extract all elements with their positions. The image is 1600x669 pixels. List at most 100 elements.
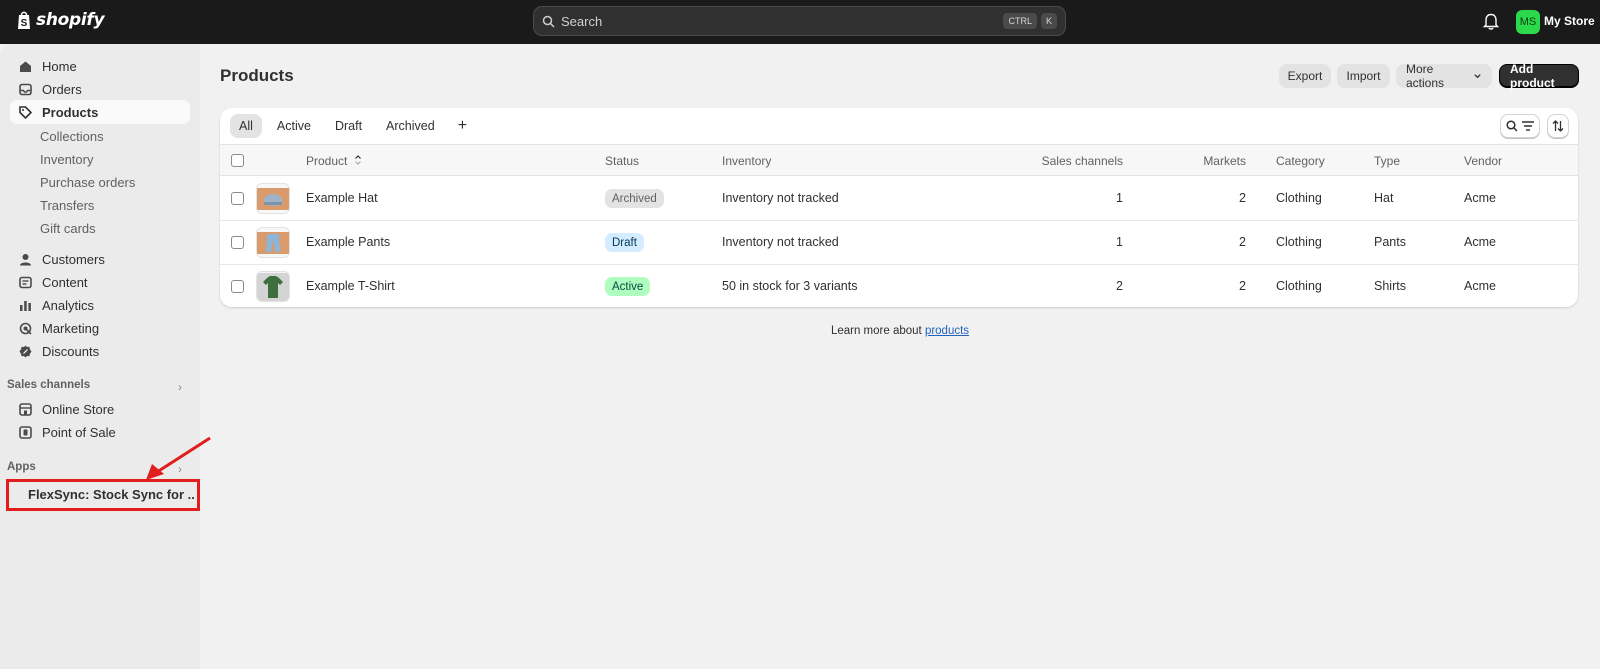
discount-icon [18,344,32,358]
column-header-category: Category [1276,154,1325,168]
sales-channels-count: 1 [1116,191,1123,205]
sales-channels-heading[interactable]: Sales channels [7,379,90,391]
highlight-box [6,479,200,511]
filter-icon [1522,121,1534,131]
store-name[interactable]: My Store [1544,14,1595,28]
sales-channels-count: 2 [1116,279,1123,293]
product-thumbnail [256,271,290,302]
chevron-right-icon[interactable]: › [178,380,182,394]
tab-archived[interactable]: Archived [377,114,444,138]
sidebar-item-label: Customers [42,251,105,267]
column-header-markets: Markets [1203,154,1246,168]
sidebar-item-label: Home [42,58,77,74]
column-header-status: Status [605,154,640,168]
shortcut-key-k: K [1040,13,1057,29]
sidebar-subitem-collections[interactable]: Collections [40,129,104,144]
category-text: Clothing [1276,279,1322,293]
add-product-button[interactable]: Add product [1499,62,1579,90]
product-name[interactable]: Example Hat [306,191,378,205]
learn-more-text: Learn more about [830,325,925,337]
sort-button[interactable] [1547,114,1569,138]
tshirt-image-icon [257,272,289,301]
status-badge: Archived [605,189,664,208]
select-all-checkbox[interactable] [231,154,244,167]
tab-all[interactable]: All [230,114,262,138]
markets-count: 2 [1239,279,1246,293]
sidebar-subitem-inventory[interactable]: Inventory [40,152,93,167]
tab-draft[interactable]: Draft [326,114,371,138]
shopify-logo[interactable]: S shopify [16,10,105,30]
more-actions-button[interactable]: More actions [1396,62,1492,90]
shopify-bag-icon: S [18,11,30,29]
category-text: Clothing [1276,191,1322,205]
table-row[interactable]: Example Hat Archived Inventory not track… [220,177,1578,221]
sidebar-subitem-gift-cards[interactable]: Gift cards [40,221,96,236]
status-badge: Active [605,277,651,296]
sort-caret-icon [354,155,361,165]
sidebar-item-discounts[interactable]: Discounts [10,339,190,363]
column-header-label: Product [306,154,348,168]
inventory-text: 50 in stock for 3 variants [722,279,858,293]
sidebar-item-home[interactable]: Home [10,54,190,78]
row-checkbox[interactable] [231,280,244,293]
sidebar-item-orders[interactable]: Orders [10,77,190,101]
learn-more: Learn more about products [0,325,1600,337]
status-badge: Draft [605,233,644,252]
filter-tabs: All Active Draft Archived + [230,114,475,138]
search-bar[interactable]: Search CTRL K [533,6,1066,36]
table-header: Product Status Inventory Sales channels … [220,144,1578,176]
tag-icon [18,105,32,119]
export-button[interactable]: Export [1279,64,1331,88]
svg-text:S: S [21,18,28,29]
sidebar-item-products[interactable]: Products [10,100,190,124]
bar-chart-icon [18,298,32,312]
markets-count: 2 [1239,191,1246,205]
search-filter-button[interactable] [1500,114,1540,138]
product-name[interactable]: Example Pants [306,235,390,249]
sidebar-subitem-transfers[interactable]: Transfers [40,198,94,213]
learn-more-link[interactable]: products [925,325,969,337]
sort-icon [1552,120,1564,132]
notifications-bell-icon[interactable] [1482,12,1500,33]
add-view-button[interactable]: + [450,114,475,138]
tab-active[interactable]: Active [268,114,320,138]
inventory-text: Inventory not tracked [722,191,839,205]
sidebar-item-label: Point of Sale [42,424,116,440]
product-name[interactable]: Example T-Shirt [306,279,395,293]
pants-image-icon [257,231,289,254]
vendor-text: Acme [1464,279,1496,293]
type-text: Hat [1374,191,1394,205]
row-checkbox[interactable] [231,236,244,249]
sidebar-item-label: Analytics [42,297,95,313]
sidebar-item-content[interactable]: Content [10,270,190,294]
sidebar-item-analytics[interactable]: Analytics [10,293,190,317]
sidebar-item-label: Products [42,104,99,120]
sidebar-item-customers[interactable]: Customers [10,247,190,271]
column-header-sales-channels: Sales channels [1041,154,1123,168]
column-header-product[interactable]: Product [306,154,362,168]
vendor-text: Acme [1464,235,1496,249]
store-avatar[interactable]: MS [1516,10,1540,34]
top-bar: S shopify Search CTRL K MS My Store [0,0,1600,44]
table-row[interactable]: Example T-Shirt Active 50 in stock for 3… [220,265,1578,307]
markets-count: 2 [1239,235,1246,249]
more-actions-label: More actions [1406,62,1445,90]
search-placeholder: Search [561,13,603,29]
sidebar-item-label: Online Store [42,401,115,417]
shortcut-key-ctrl: CTRL [1003,13,1037,29]
chevron-down-icon [1474,74,1481,79]
search-icon [1506,120,1518,132]
apps-heading[interactable]: Apps [7,461,36,473]
sidebar-subitem-purchase-orders[interactable]: Purchase orders [40,175,135,190]
product-thumbnail [256,183,290,214]
sidebar-item-label: Content [42,274,88,290]
table-row[interactable]: Example Pants Draft Inventory not tracke… [220,221,1578,265]
sidebar-item-online-store[interactable]: Online Store [10,397,190,421]
sidebar-item-label: Discounts [42,343,100,359]
column-header-inventory: Inventory [722,154,772,168]
sales-channels-count: 1 [1116,235,1123,249]
row-checkbox[interactable] [231,192,244,205]
content-icon [18,275,32,289]
person-icon [18,252,32,266]
import-button[interactable]: Import [1337,64,1390,88]
